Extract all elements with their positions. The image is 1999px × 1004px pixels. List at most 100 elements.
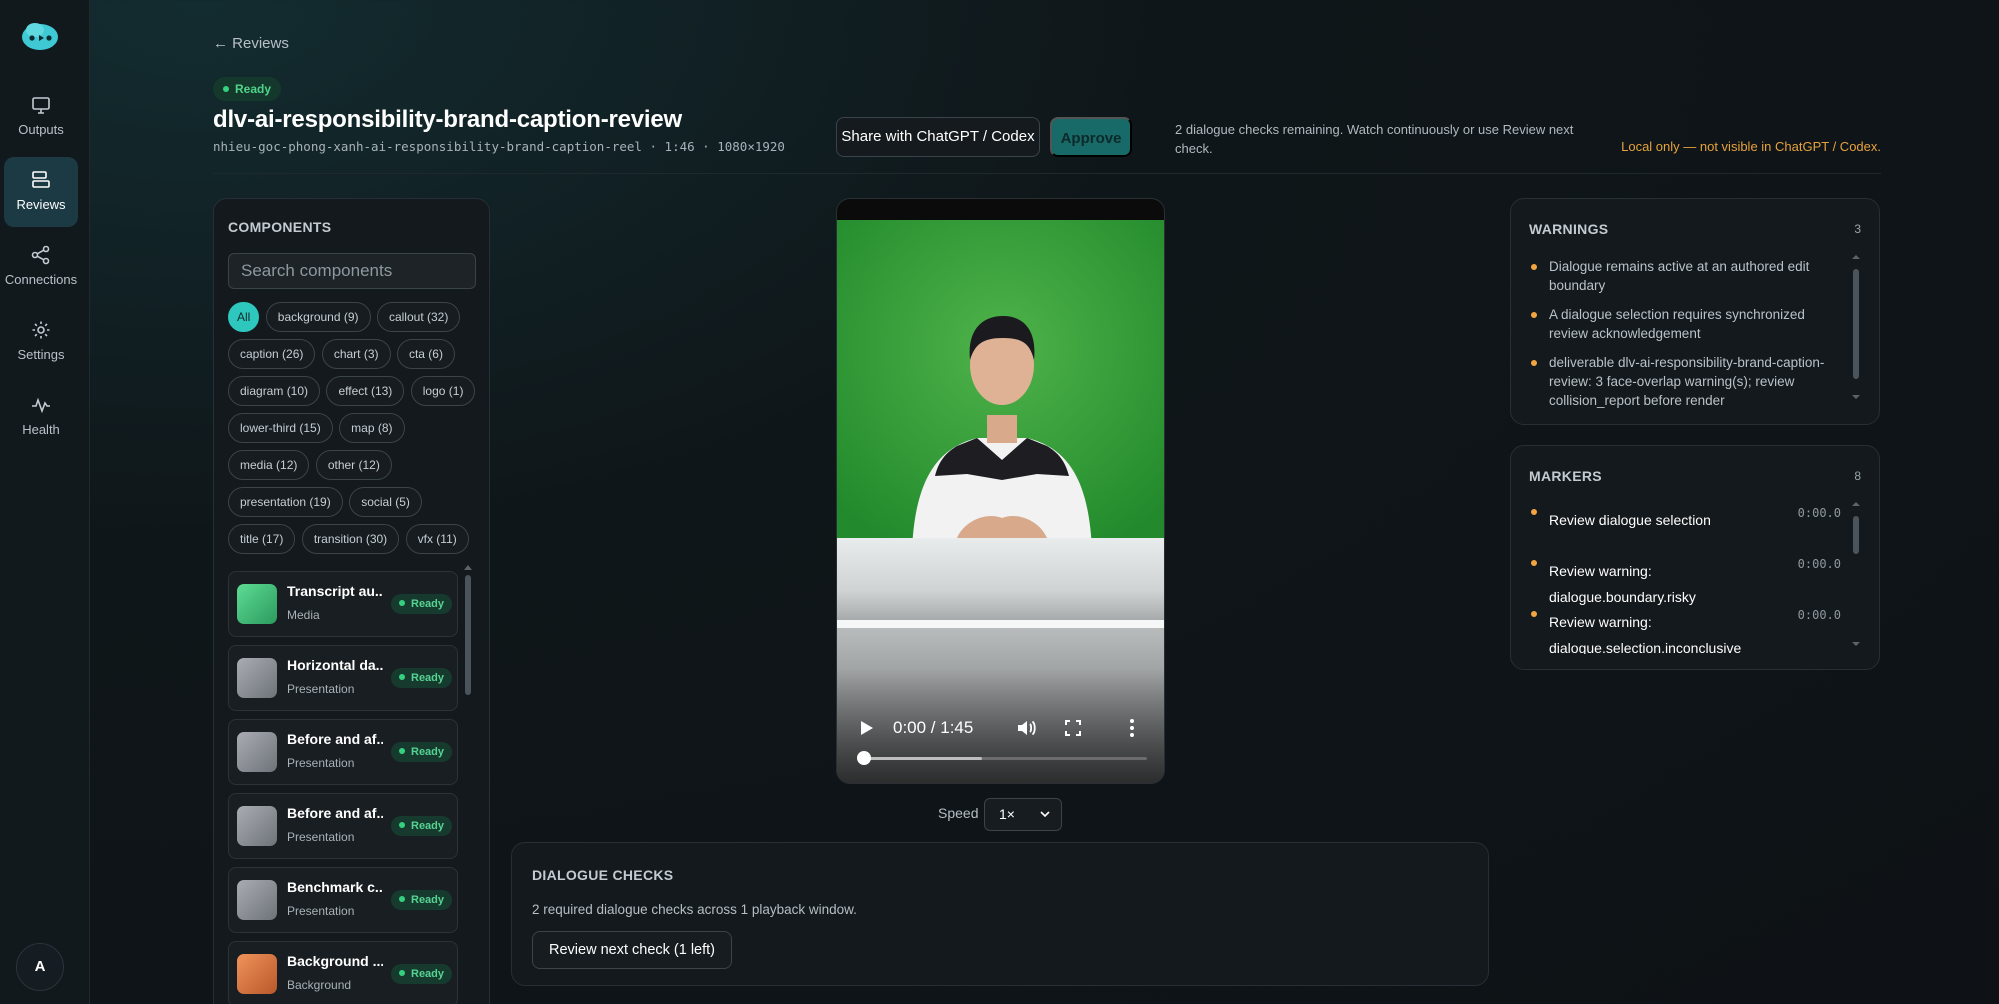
volume-icon[interactable] — [1015, 717, 1037, 739]
share-with-chatgpt-button[interactable]: Share with ChatGPT / Codex — [836, 117, 1040, 157]
seek-buffered-range — [863, 757, 983, 760]
nav-reviews[interactable]: Reviews — [4, 157, 78, 227]
filter-chip-presentation[interactable]: presentation (19) — [228, 487, 343, 517]
filter-chip-caption[interactable]: caption (26) — [228, 339, 316, 369]
component-thumbnail — [237, 658, 277, 698]
scroll-up-arrow-icon[interactable] — [464, 565, 472, 570]
fullscreen-icon[interactable] — [1063, 718, 1083, 738]
scroll-up-arrow-icon[interactable] — [1852, 502, 1860, 506]
component-status-badge: Ready — [391, 964, 453, 984]
filter-chip-other[interactable]: other (12) — [315, 450, 392, 480]
seek-handle[interactable] — [857, 751, 871, 765]
component-list: Transcript au... Media Ready Horizontal … — [228, 571, 458, 1004]
filter-chip-diagram[interactable]: diagram (10) — [228, 376, 321, 406]
scrollbar-thumb[interactable] — [465, 575, 471, 695]
markers-scrollbar[interactable] — [1852, 502, 1860, 650]
component-card[interactable]: Transcript au... Media Ready — [228, 571, 458, 637]
component-card[interactable]: Background ... Background Ready — [228, 941, 458, 1004]
component-status-label: Ready — [411, 894, 445, 906]
component-name: Before and af... — [287, 731, 383, 747]
warnings-scrollbar[interactable] — [1852, 255, 1860, 413]
component-thumbnail — [237, 806, 277, 846]
header-divider — [213, 173, 1881, 174]
status-dot-icon — [399, 748, 405, 754]
video-player[interactable]: 0:00 / 1:45 — [836, 198, 1165, 784]
component-card[interactable]: Before and af... Presentation Ready — [228, 719, 458, 785]
component-status-badge: Ready — [391, 816, 453, 836]
nav-reviews-label: Reviews — [16, 197, 66, 212]
nav-connections-label: Connections — [4, 272, 78, 287]
nav-settings[interactable]: Settings — [4, 307, 78, 377]
filter-chip-background[interactable]: background (9) — [265, 302, 371, 332]
approve-button[interactable]: Approve — [1050, 117, 1132, 157]
component-card[interactable]: Benchmark c... Presentation Ready — [228, 867, 458, 933]
warnings-panel: WARNINGS 3 Dialogue remains active at an… — [1510, 198, 1880, 425]
filter-chip-map[interactable]: map (8) — [339, 413, 405, 443]
component-filter-chips: All background (9) callout (32) caption … — [228, 302, 478, 561]
component-status-label: Ready — [411, 820, 445, 832]
filter-chip-callout[interactable]: callout (32) — [376, 302, 461, 332]
status-dot-icon — [399, 600, 405, 606]
marker-dot-icon — [1531, 611, 1537, 617]
component-type: Presentation — [287, 830, 355, 844]
marker-label: Review dialogue selection — [1549, 512, 1711, 528]
page-subtitle: nhieu-goc-phong-xanh-ai-responsibility-b… — [213, 139, 785, 154]
back-to-reviews-link[interactable]: ← Reviews — [213, 35, 289, 52]
scrollbar-thumb[interactable] — [1853, 516, 1859, 554]
component-thumbnail — [237, 732, 277, 772]
scrollbar-thumb[interactable] — [1853, 269, 1859, 379]
more-options-icon[interactable] — [1129, 717, 1135, 739]
marker-item[interactable]: Review dialogue selection 0:00.0 — [1529, 504, 1849, 555]
play-icon[interactable] — [857, 719, 875, 737]
filter-chip-vfx[interactable]: vfx (11) — [405, 524, 469, 554]
component-list-scrollbar[interactable] — [464, 565, 472, 695]
scroll-up-arrow-icon[interactable] — [1852, 255, 1860, 259]
filter-chip-transition[interactable]: transition (30) — [301, 524, 400, 554]
component-name: Horizontal da... — [287, 657, 383, 673]
seek-bar[interactable] — [863, 757, 1147, 760]
scroll-down-arrow-icon[interactable] — [1852, 642, 1860, 646]
status-badge: Ready — [213, 77, 282, 101]
component-status-label: Ready — [411, 672, 445, 684]
component-status-badge: Ready — [391, 668, 453, 688]
component-card[interactable]: Horizontal da... Presentation Ready — [228, 645, 458, 711]
speed-select[interactable]: 1× — [984, 798, 1062, 831]
marker-item[interactable]: Review warning: dialogue.boundary.risky … — [1529, 555, 1849, 606]
marker-time: 0:00.0 — [1797, 506, 1841, 520]
user-avatar[interactable]: A — [16, 943, 64, 991]
warning-text: A dialogue selection requires synchroniz… — [1549, 307, 1805, 341]
speed-label: Speed — [938, 805, 979, 821]
filter-chip-logo[interactable]: logo (1) — [410, 376, 476, 406]
filter-chip-effect[interactable]: effect (13) — [326, 376, 405, 406]
component-type: Presentation — [287, 756, 355, 770]
warning-dot-icon — [1531, 264, 1537, 270]
filter-chip-chart[interactable]: chart (3) — [321, 339, 391, 369]
scroll-down-arrow-icon[interactable] — [1852, 395, 1860, 399]
marker-item[interactable]: Review warning: dialogue.selection.incon… — [1529, 606, 1849, 654]
local-only-notice: Local only — not visible in ChatGPT / Co… — [1621, 139, 1881, 154]
app-logo-icon[interactable] — [20, 18, 60, 52]
filter-chip-social[interactable]: social (5) — [349, 487, 422, 517]
nav-connections[interactable]: Connections — [4, 232, 78, 302]
component-card[interactable]: Before and af... Presentation Ready — [228, 793, 458, 859]
warnings-heading: WARNINGS — [1529, 221, 1609, 237]
component-status-label: Ready — [411, 746, 445, 758]
components-panel: COMPONENTS All background (9) callout (3… — [213, 198, 490, 1004]
share-icon — [30, 244, 52, 266]
filter-chip-cta[interactable]: cta (6) — [396, 339, 455, 369]
markers-heading: MARKERS — [1529, 468, 1602, 484]
component-thumbnail — [237, 880, 277, 920]
sidebar: Outputs Reviews Connections Settings Hea… — [0, 0, 90, 1004]
search-components-input[interactable] — [228, 253, 476, 289]
status-badge-label: Ready — [235, 82, 272, 96]
dialogue-checks-description: 2 required dialogue checks across 1 play… — [532, 902, 857, 917]
filter-chip-title[interactable]: title (17) — [228, 524, 296, 554]
review-next-check-button[interactable]: Review next check (1 left) — [532, 931, 733, 969]
checks-remaining-text: 2 dialogue checks remaining. Watch conti… — [1175, 122, 1574, 156]
nav-outputs[interactable]: Outputs — [4, 82, 78, 152]
status-dot-icon — [399, 822, 405, 828]
nav-health[interactable]: Health — [4, 382, 78, 452]
filter-chip-all[interactable]: All — [228, 302, 260, 332]
filter-chip-media[interactable]: media (12) — [228, 450, 310, 480]
filter-chip-lower-third[interactable]: lower-third (15) — [228, 413, 333, 443]
